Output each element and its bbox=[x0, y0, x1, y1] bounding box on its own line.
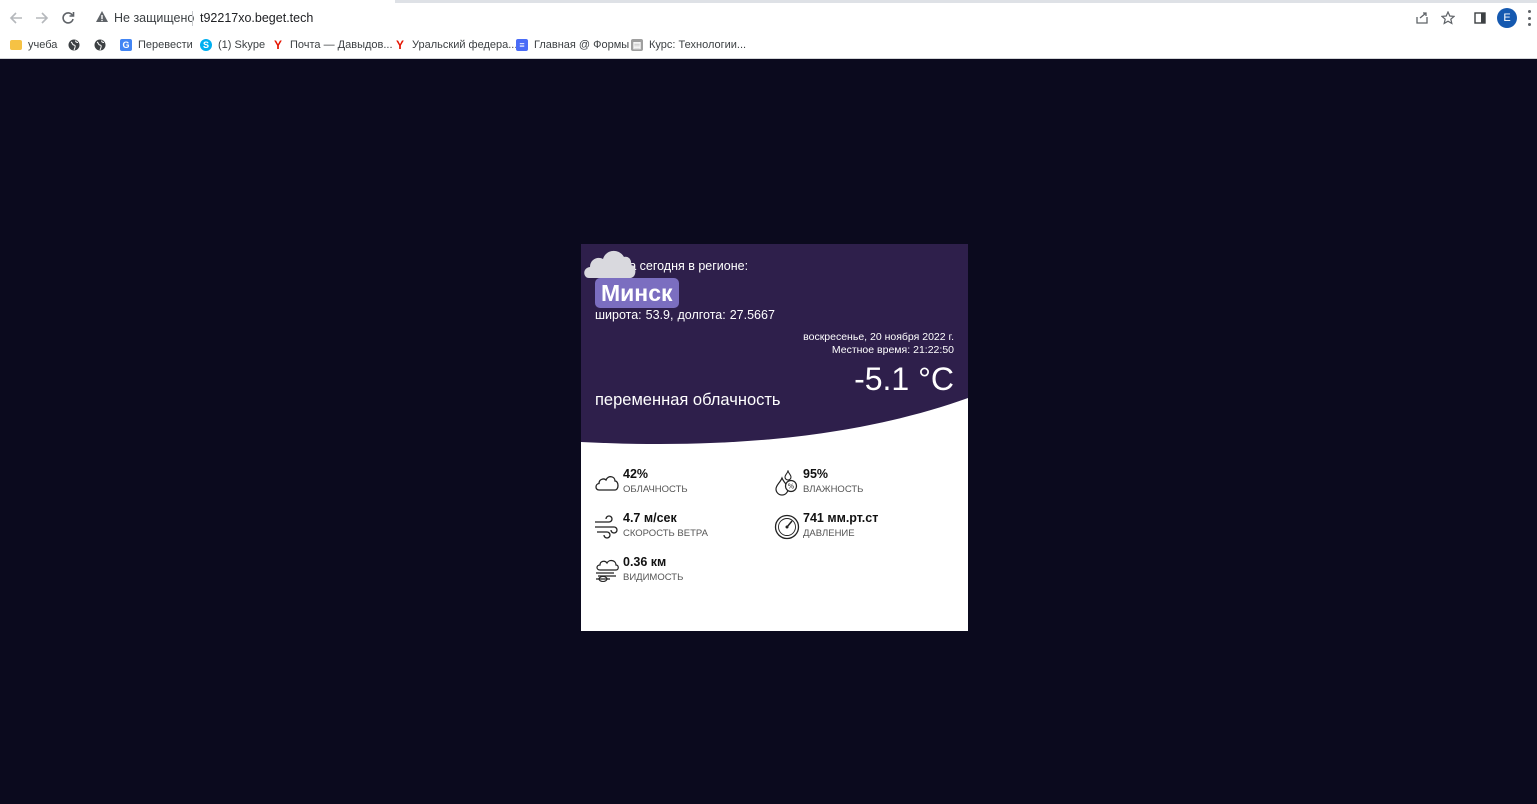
date-text: воскресенье, 20 ноября 2022 г. bbox=[803, 331, 954, 343]
bookmark-item[interactable] bbox=[94, 36, 112, 54]
humidity-icon: % bbox=[775, 470, 798, 496]
share-button[interactable] bbox=[1413, 9, 1431, 27]
bookmark-star-button[interactable] bbox=[1439, 9, 1457, 27]
fog-icon bbox=[596, 559, 619, 583]
wind-label: СКОРОСТЬ ВЕТРА bbox=[623, 528, 708, 539]
bookmark-label: Почта — Давыдов... bbox=[290, 39, 393, 51]
profile-avatar[interactable]: E bbox=[1497, 8, 1517, 28]
humidity-label: ВЛАЖНОСТЬ bbox=[803, 484, 864, 495]
bookmark-label: Уральский федера... bbox=[412, 39, 518, 51]
pressure-value: 741 мм.рт.ст bbox=[803, 511, 879, 525]
local-time-value: 21:22:50 bbox=[913, 344, 954, 356]
bookmark-item[interactable] bbox=[68, 36, 86, 54]
bookmark-label: Перевести bbox=[138, 39, 193, 51]
stat-humidity: % 95% ВЛАЖНОСТЬ bbox=[774, 467, 954, 501]
coordinates: широта: 53.9, долгота: 27.5667 bbox=[595, 308, 775, 322]
wind-icon bbox=[595, 515, 618, 539]
bookmark-item[interactable]: ▤ Курс: Технологии... bbox=[631, 36, 746, 54]
local-time: Местное время: 21:22:50 bbox=[832, 344, 954, 356]
bookmark-item[interactable]: Y Почта — Давыдов... bbox=[272, 36, 393, 54]
cloudiness-value: 42% bbox=[623, 467, 649, 481]
bookmarks-bar: учеба G Перевести S (1) Skype Y Почта — … bbox=[0, 34, 1537, 56]
toolbar-divider bbox=[0, 58, 1537, 59]
stat-visibility: 0.36 км ВИДИМОСТЬ bbox=[594, 555, 774, 589]
humidity-value: 95% bbox=[803, 467, 829, 481]
wind-value: 4.7 м/сек bbox=[623, 511, 677, 525]
side-panel-button[interactable] bbox=[1471, 9, 1489, 27]
translate-icon: G bbox=[120, 39, 132, 51]
stat-cloudiness: 42% ОБЛАЧНОСТЬ bbox=[594, 467, 774, 501]
address-bar[interactable]: Не защищено t92217xo.beget.tech bbox=[86, 5, 1456, 31]
temperature: -5.1 °C bbox=[854, 361, 954, 397]
dot-icon bbox=[1527, 10, 1531, 13]
bookmark-label: учеба bbox=[28, 39, 58, 51]
stat-pressure: 741 мм.рт.ст ДАВЛЕНИЕ bbox=[774, 511, 954, 545]
city-name: Минск bbox=[595, 278, 679, 308]
cloudiness-label: ОБЛАЧНОСТЬ bbox=[623, 484, 688, 495]
browser-chrome: Не защищено t92217xo.beget.tech E учеба bbox=[0, 0, 1537, 59]
skype-icon: S bbox=[200, 39, 212, 51]
reload-icon bbox=[62, 12, 75, 24]
bookmark-item[interactable]: Y Уральский федера... bbox=[394, 36, 517, 54]
longitude-value: 27.5667 bbox=[729, 308, 775, 322]
share-icon bbox=[1416, 12, 1428, 24]
weather-condition: переменная облачность bbox=[595, 391, 781, 409]
active-tab-indicator[interactable] bbox=[0, 0, 395, 3]
folder-icon bbox=[10, 40, 22, 50]
latitude-value: 53.9, bbox=[645, 308, 674, 322]
bookmark-item[interactable]: G Перевести bbox=[120, 36, 193, 54]
bookmark-label: Главная @ Формы bbox=[534, 39, 630, 51]
side-panel-icon bbox=[1474, 12, 1486, 24]
gauge-icon bbox=[774, 514, 800, 540]
weather-header: Погода сегодня в регионе: Минск широта: 5… bbox=[581, 244, 968, 449]
local-time-label: Местное время: bbox=[831, 344, 911, 356]
yandex-icon: Y bbox=[273, 38, 282, 52]
bookmark-label: (1) Skype bbox=[218, 39, 266, 51]
bookmark-item[interactable]: S (1) Skype bbox=[200, 36, 265, 54]
yandex-icon: Y bbox=[395, 38, 404, 52]
weather-card: Погода сегодня в регионе: Минск широта: 5… bbox=[581, 244, 968, 631]
bookmark-item[interactable]: учеба bbox=[10, 36, 57, 54]
course-icon: ▤ bbox=[631, 39, 643, 51]
forms-icon: ≡ bbox=[516, 39, 528, 51]
browser-menu-button[interactable] bbox=[1526, 10, 1532, 26]
arrow-left-icon bbox=[9, 12, 22, 24]
browser-toolbar: Не защищено t92217xo.beget.tech E bbox=[0, 4, 1537, 32]
url-text[interactable]: t92217xo.beget.tech bbox=[200, 11, 313, 25]
latitude-label: широта: bbox=[595, 308, 642, 322]
back-button[interactable] bbox=[6, 8, 26, 28]
stat-wind: 4.7 м/сек СКОРОСТЬ ВЕТРА bbox=[594, 511, 774, 545]
longitude-label: долгота: bbox=[677, 308, 726, 322]
svg-text:%: % bbox=[788, 483, 795, 491]
bookmark-label: Курс: Технологии... bbox=[649, 39, 747, 51]
security-status[interactable]: Не защищено bbox=[114, 11, 194, 25]
address-divider bbox=[192, 11, 193, 26]
globe-icon bbox=[94, 39, 106, 51]
arrow-right-icon bbox=[36, 12, 49, 24]
reload-button[interactable] bbox=[58, 8, 78, 28]
globe-icon bbox=[68, 39, 80, 51]
visibility-label: ВИДИМОСТЬ bbox=[623, 572, 684, 583]
dot-icon bbox=[1527, 16, 1531, 20]
cloud-icon bbox=[584, 250, 636, 278]
cloud-outline-icon bbox=[595, 476, 619, 491]
forward-button[interactable] bbox=[32, 8, 52, 28]
star-icon bbox=[1441, 11, 1455, 25]
warning-icon[interactable] bbox=[95, 10, 109, 24]
pressure-label: ДАВЛЕНИЕ bbox=[803, 528, 855, 539]
tab-strip bbox=[0, 0, 1537, 3]
bookmark-item[interactable]: ≡ Главная @ Формы bbox=[516, 36, 629, 54]
visibility-value: 0.36 км bbox=[623, 555, 667, 569]
dot-icon bbox=[1527, 23, 1531, 26]
